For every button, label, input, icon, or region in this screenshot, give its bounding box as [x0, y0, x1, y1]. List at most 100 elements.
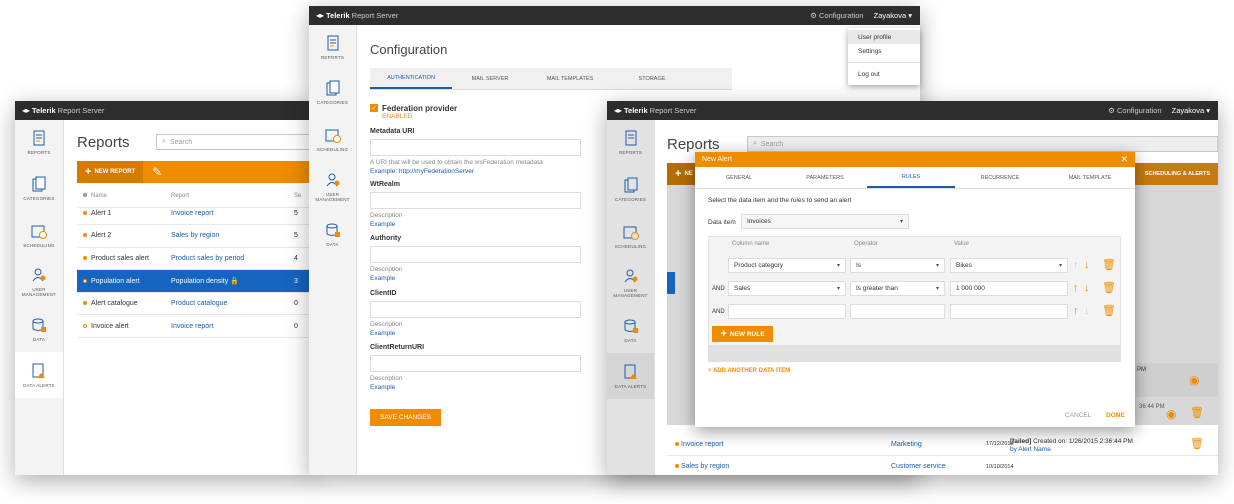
rule-value-select[interactable]: 1 000 000 [950, 281, 1068, 296]
move-up-icon[interactable]: ↑ [1073, 259, 1079, 271]
table-row[interactable]: Alert 1 Invoice report 5 [77, 202, 315, 225]
sidebar-item-categories[interactable]: CATEGORIES [309, 70, 356, 115]
table-row[interactable]: Population alert Population density 🔒 3 [77, 269, 315, 293]
new-rule-button[interactable]: + NEW RULE [712, 326, 773, 342]
view-icon[interactable]: ◉ [1189, 373, 1199, 387]
table-row[interactable]: Alert catalogue Product catalogue 0 [77, 292, 315, 315]
field-input[interactable] [370, 246, 581, 263]
rule-value-select[interactable] [950, 304, 1068, 319]
alert-name[interactable]: Alert 1 [91, 202, 171, 225]
federation-checkbox[interactable]: ✓ [370, 104, 378, 112]
field-input[interactable] [370, 355, 581, 372]
table-row[interactable]: Sales by region Customer service 10/10/201… [667, 456, 1218, 475]
user-menu-toggle[interactable]: Zayakova ▾ [1172, 106, 1210, 115]
move-down-icon[interactable]: ↓ [1084, 282, 1090, 294]
menu-item-settings[interactable]: Settings [848, 44, 920, 58]
move-down-icon[interactable]: ↓ [1084, 305, 1090, 317]
sidebar-item-scheduling[interactable]: SCHEDULING [607, 213, 654, 259]
tab-mail-template[interactable]: MAIL TEMPLATE [1045, 167, 1135, 188]
status-dot [83, 278, 87, 283]
tab-scheduling-alerts[interactable]: SCHEDULING & ALERTS [1145, 171, 1218, 177]
sidebar-item-data[interactable]: DATA [607, 307, 654, 353]
chevron-down-icon: ▾ [935, 286, 939, 292]
sidebar-item-categories[interactable]: CATEGORIES [607, 165, 654, 213]
tab-mail-templates[interactable]: MAIL TEMPLATES [528, 68, 612, 89]
trash-icon-2[interactable]: 🗑 [1190, 437, 1204, 450]
table-row[interactable]: Product sales alert Product sales by peri… [77, 247, 315, 270]
reports-icon [33, 130, 45, 146]
sidebar-item-reports[interactable]: REPORTS [15, 120, 63, 165]
sidebar-item-user-management[interactable]: USER MANAGEMENT [607, 259, 654, 307]
sidebar-item-reports[interactable]: REPORTS [607, 120, 654, 165]
chevron-down-icon: ▾ [908, 11, 912, 20]
field-label: ClientID [370, 290, 397, 297]
data-item-select[interactable]: Invoices ▾ [741, 214, 909, 229]
add-data-item-button[interactable]: + ADD ANOTHER DATA ITEM [708, 368, 790, 374]
report-link[interactable]: Population density 🔒 [171, 270, 294, 293]
report-link[interactable]: Invoice report [171, 315, 294, 338]
sidebar-item-scheduling[interactable]: SCHEDULING [309, 115, 356, 163]
cancel-button[interactable]: CANCEL [1065, 412, 1091, 419]
menu-item-user-profile[interactable]: User profile [848, 30, 920, 44]
rule-operator-select[interactable] [850, 304, 945, 319]
alert-name[interactable]: Product sales alert [91, 247, 171, 270]
field-input[interactable] [370, 192, 581, 209]
sidebar-item-categories[interactable]: CATEGORIES [15, 165, 63, 212]
alert-name[interactable]: Alert 2 [91, 225, 171, 248]
tab-authentication[interactable]: AUTHENTICATION [370, 68, 452, 89]
tab-general[interactable]: GENERAL [695, 167, 783, 188]
save-changes-button[interactable]: SAVE CHANGES [370, 409, 441, 426]
rule-value-select[interactable]: Bikes ▾ [950, 258, 1068, 273]
tab-storage[interactable]: STORAGE [612, 68, 692, 89]
sidebar-item-data-alerts[interactable]: DATA ALERTS [607, 353, 654, 399]
report-link[interactable]: Product catalogue [171, 292, 294, 315]
move-up-icon[interactable]: ↑ [1073, 305, 1079, 317]
move-down-icon[interactable]: ↓ [1084, 259, 1090, 271]
done-button[interactable]: DONE [1106, 412, 1125, 419]
alert-name[interactable]: Population alert [91, 270, 171, 293]
chevron-down-icon: ▾ [899, 219, 903, 225]
sidebar-item-scheduling[interactable]: SCHEDULING [15, 212, 63, 258]
reports-window-left: ◂▸ Telerik Report Server REPORTS CATEGORIE… [15, 101, 315, 475]
user-menu-toggle[interactable]: Zayakova ▾ [874, 11, 912, 20]
sidebar-item-reports[interactable]: REPORTS [309, 25, 356, 70]
table-row[interactable]: Invoice report Marketing 17/12/2014 [667, 433, 1218, 456]
rule-column-select[interactable]: Sales ▾ [728, 281, 846, 296]
alert-name[interactable]: Alert catalogue [91, 292, 171, 315]
tab-recurrence[interactable]: RECURRENCE [955, 167, 1045, 188]
configuration-link[interactable]: ⚙ Configuration [810, 11, 863, 20]
delete-rule-icon[interactable]: 🗑 [1102, 281, 1116, 294]
report-link[interactable]: Product sales by period [171, 247, 294, 270]
alert-name[interactable]: Invoice alert [91, 315, 171, 338]
rule-column-select[interactable] [728, 304, 846, 319]
menu-item-log-out[interactable]: Log out [848, 67, 920, 81]
tab-parameters[interactable]: PARAMETERS [783, 167, 867, 188]
view-icon-2[interactable]: ◉ [1166, 407, 1176, 421]
field-input[interactable] [370, 139, 581, 156]
tab-rules[interactable]: RULES [867, 167, 955, 188]
rule-operator-select[interactable]: Is greater than ▾ [850, 281, 945, 296]
tab-mail-server[interactable]: MAIL SERVER [452, 68, 528, 89]
delete-rule-icon[interactable]: 🗑 [1102, 258, 1116, 271]
search-input[interactable]: ⌕ Search [747, 136, 1218, 152]
table-row[interactable]: Alert 2 Sales by region 5 [77, 225, 315, 248]
report-link[interactable]: Sales by region [171, 225, 294, 248]
configuration-link[interactable]: ⚙ Configuration [1108, 106, 1161, 115]
delete-rule-icon[interactable]: 🗑 [1102, 304, 1116, 317]
sidebar-item-user-management[interactable]: USER MANAGEMENT [15, 258, 63, 306]
report-link[interactable]: Invoice report [171, 202, 294, 225]
rule-column-select[interactable]: Product category ▾ [728, 258, 846, 273]
sidebar-item-user-management[interactable]: USER MANAGEMENT [309, 163, 356, 211]
search-input[interactable]: ⌕ Search [156, 134, 315, 150]
edit-icon[interactable]: ✎ [152, 165, 162, 179]
move-up-icon[interactable]: ↑ [1073, 282, 1079, 294]
close-icon[interactable]: ✕ [1120, 154, 1135, 165]
sidebar-item-data-alerts[interactable]: DATA ALERTS [15, 352, 63, 398]
rule-operator-select[interactable]: Is ▾ [850, 258, 945, 273]
table-row[interactable]: Invoice alert Invoice report 0 [77, 315, 315, 338]
new-report-button[interactable]: + NEW REPORT [77, 161, 144, 183]
trash-icon[interactable]: 🗑 [1190, 406, 1204, 419]
sidebar-item-data[interactable]: DATA [309, 211, 356, 257]
field-input[interactable] [370, 301, 581, 318]
sidebar-item-data[interactable]: DATA [15, 306, 63, 352]
